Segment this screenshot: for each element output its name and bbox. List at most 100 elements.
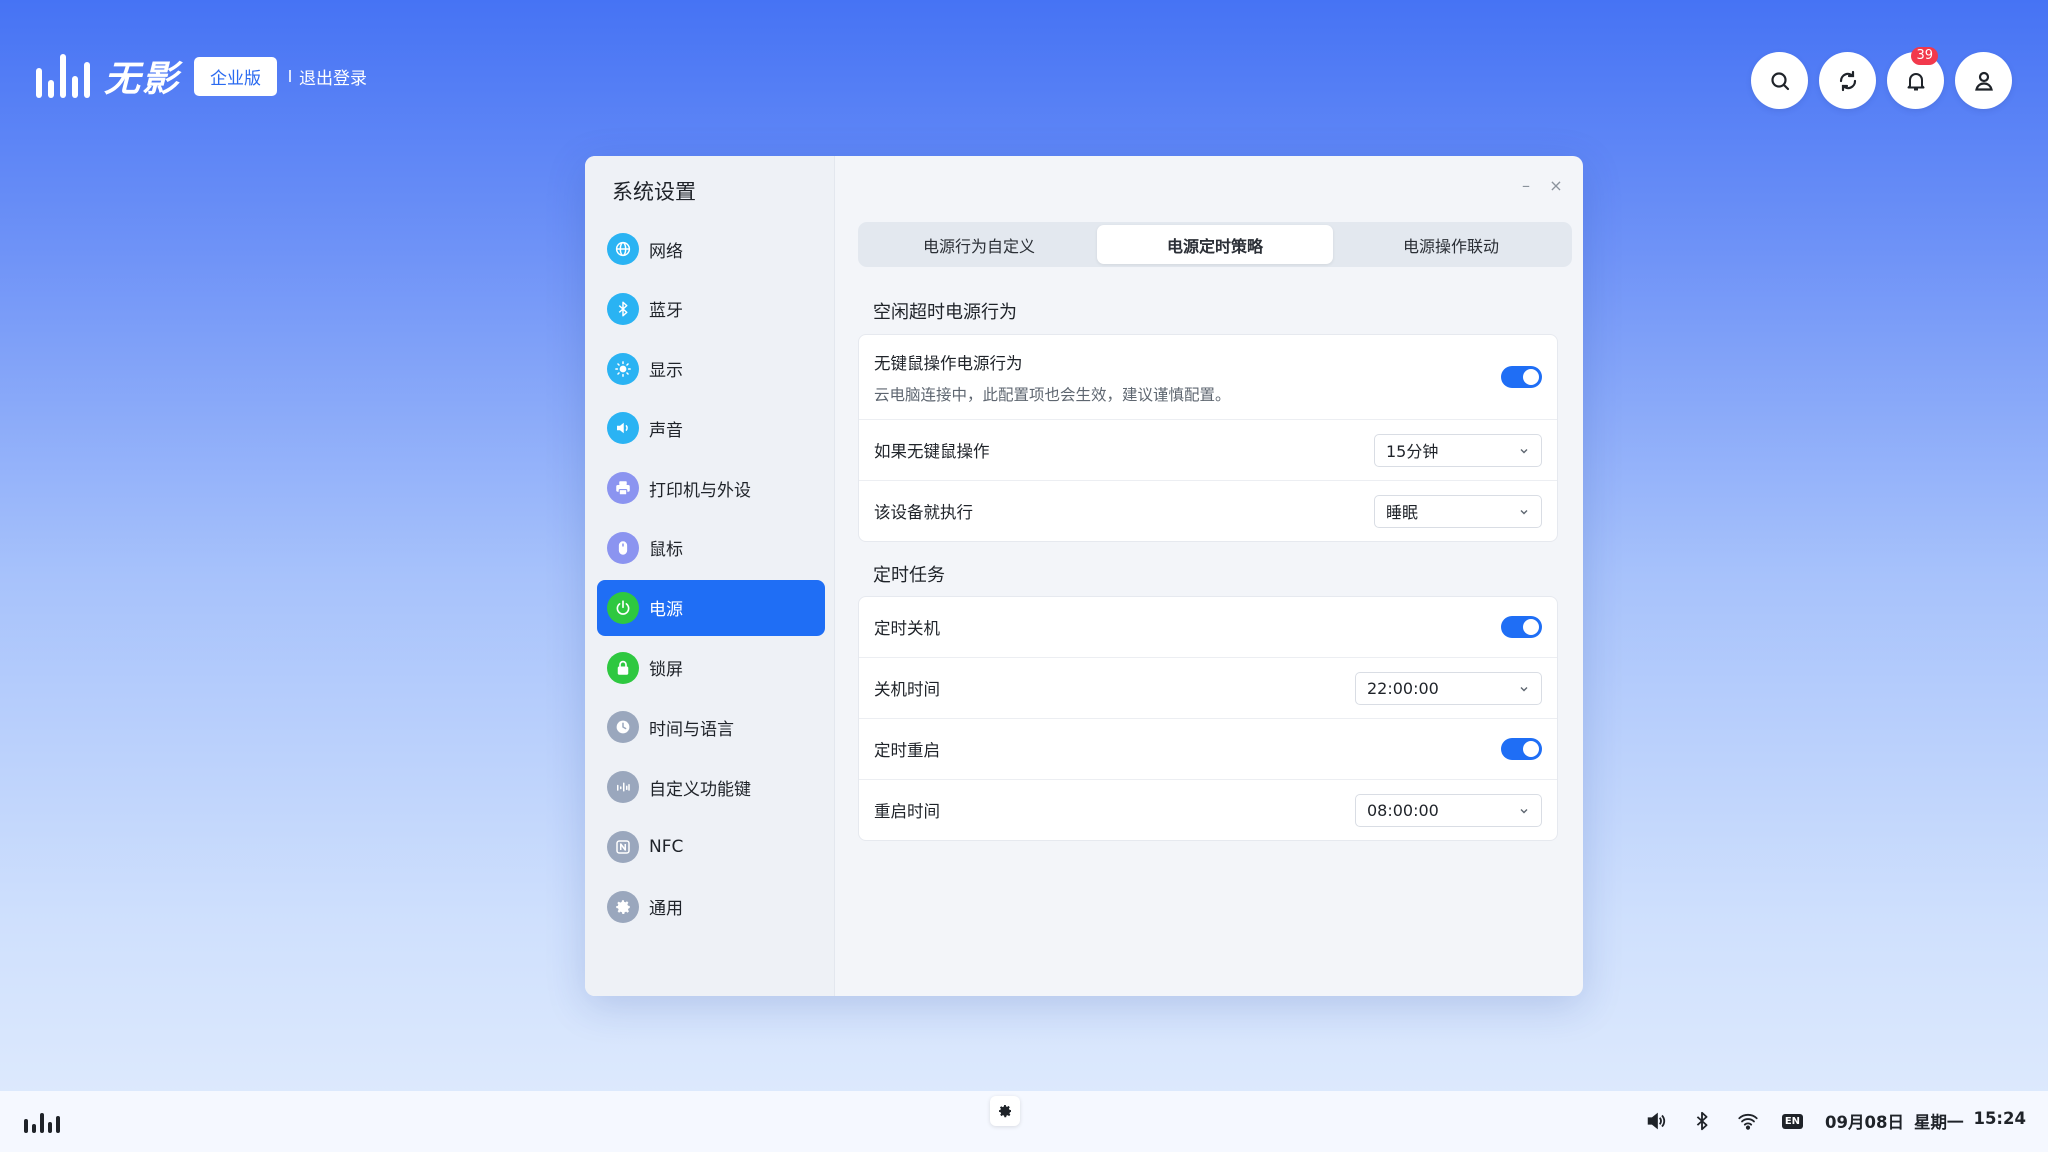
- scheduled-restart-toggle[interactable]: [1501, 738, 1542, 760]
- schedule-section-title: 定时任务: [873, 565, 945, 586]
- shutdown-time-label: 关机时间: [874, 680, 940, 699]
- idle-settings-card: 无键鼠操作电源行为 云电脑连接中，此配置项也会生效，建议谨慎配置。 如果无键鼠操…: [858, 334, 1558, 542]
- no-input-behavior-label: 无键鼠操作电源行为: [874, 353, 1023, 373]
- window-title: 系统设置: [612, 180, 696, 204]
- tab-power-schedule[interactable]: 电源定时策略: [1097, 225, 1333, 264]
- tab-power-behavior[interactable]: 电源行为自定义: [861, 225, 1097, 264]
- logout-link[interactable]: 退出登录: [299, 64, 367, 89]
- notification-button[interactable]: 39: [1887, 47, 1944, 109]
- sidebar-item-label: 电源: [649, 600, 683, 621]
- start-logo-icon[interactable]: [24, 1113, 60, 1133]
- sidebar-item-label: 蓝牙: [649, 301, 683, 322]
- sidebar-item-label: 鼠标: [649, 540, 683, 561]
- sidebar-item-label: NFC: [649, 836, 684, 857]
- sidebar-item-label: 打印机与外设: [649, 480, 751, 501]
- restart-time-label: 重启时间: [874, 802, 940, 821]
- scheduled-restart-row: 定时重启: [859, 719, 1557, 780]
- tab-power-linkage[interactable]: 电源操作联动: [1333, 225, 1569, 264]
- sidebar-item-9[interactable]: 自定义功能键: [597, 759, 825, 815]
- refresh-icon: [1839, 70, 1856, 91]
- bluetooth-icon: [1696, 1111, 1708, 1131]
- bell-icon: [1907, 72, 1924, 90]
- keys-icon: [607, 771, 639, 804]
- search-icon: [1770, 71, 1789, 90]
- sidebar-item-1[interactable]: 蓝牙: [597, 281, 825, 337]
- idle-action-value: 睡眠: [1386, 503, 1419, 522]
- clock-weekday: 星期一: [1913, 1113, 1964, 1132]
- no-input-behavior-toggle[interactable]: [1501, 366, 1542, 388]
- no-input-behavior-desc: 云电脑连接中，此配置项也会生效，建议谨慎配置。: [874, 385, 1231, 404]
- tab-bar: 电源行为自定义 电源定时策略 电源操作联动: [858, 222, 1572, 267]
- notification-count-badge: 39: [1911, 47, 1938, 65]
- minimize-button[interactable]: –: [1519, 176, 1533, 195]
- shutdown-time-select[interactable]: 22:00:00: [1355, 671, 1542, 705]
- sidebar-item-7[interactable]: 锁屏: [597, 640, 825, 696]
- close-button[interactable]: ×: [1549, 176, 1563, 195]
- sidebar-item-8[interactable]: 时间与语言: [597, 699, 825, 755]
- power-icon: [607, 591, 639, 624]
- sidebar-item-5[interactable]: 鼠标: [597, 520, 825, 576]
- sidebar-item-label: 显示: [649, 361, 683, 382]
- idle-section-title: 空闲超时电源行为: [873, 302, 1017, 323]
- clock[interactable]: 09月08日 星期一 15:24: [1825, 1109, 2026, 1133]
- sidebar-item-2[interactable]: 显示: [597, 341, 825, 397]
- divider: [289, 70, 292, 82]
- sidebar-item-label: 锁屏: [649, 660, 683, 681]
- sidebar-item-3[interactable]: 声音: [597, 400, 825, 456]
- volume-button[interactable]: [1644, 1109, 1668, 1133]
- edition-badge: 企业版: [194, 56, 278, 96]
- refresh-button[interactable]: [1819, 52, 1876, 109]
- idle-time-value: 15分钟: [1386, 442, 1439, 461]
- scheduled-shutdown-toggle[interactable]: [1501, 616, 1542, 638]
- no-input-behavior-row: 无键鼠操作电源行为 云电脑连接中，此配置项也会生效，建议谨慎配置。: [859, 335, 1557, 420]
- sidebar-item-label: 通用: [649, 899, 683, 920]
- search-button[interactable]: [1751, 52, 1808, 109]
- sidebar-item-4[interactable]: 打印机与外设: [597, 460, 825, 516]
- speaker-icon: [607, 412, 639, 445]
- restart-time-select[interactable]: 08:00:00: [1355, 793, 1542, 827]
- input-language-indicator[interactable]: EN: [1781, 1113, 1804, 1129]
- window-controls: – ×: [1519, 176, 1563, 195]
- scheduled-shutdown-row: 定时关机: [859, 597, 1557, 658]
- sidebar-item-6[interactable]: 电源: [597, 579, 825, 636]
- sun-icon: [607, 352, 639, 385]
- sidebar-item-label: 时间与语言: [649, 719, 734, 740]
- wifi-button[interactable]: [1736, 1109, 1760, 1133]
- idle-action-select[interactable]: 睡眠: [1374, 494, 1542, 528]
- settings-window: 系统设置 网络蓝牙显示声音打印机与外设 鼠标电源锁屏时间与语言自定义功能键 NFC 通…: [585, 156, 1583, 996]
- user-icon: [1974, 71, 1993, 91]
- scheduled-restart-label: 定时重启: [874, 741, 940, 760]
- lock-icon: [607, 651, 639, 684]
- taskbar-settings-button[interactable]: [990, 1096, 1020, 1126]
- brand-logo-icon: [36, 54, 90, 98]
- brand-name: 无影: [104, 59, 181, 100]
- settings-main: – × 电源行为自定义 电源定时策略 电源操作联动 空闲超时电源行为 无键鼠操作…: [835, 156, 1583, 996]
- chevron-down-icon: [1520, 808, 1528, 813]
- user-button[interactable]: [1955, 52, 2012, 109]
- idle-time-label: 如果无键鼠操作: [874, 442, 990, 461]
- sidebar-item-10[interactable]: NFC: [597, 819, 825, 875]
- taskbar: EN 09月08日 星期一 15:24: [0, 1091, 2048, 1152]
- gear-icon: [999, 1105, 1011, 1118]
- sidebar-item-11[interactable]: 通用: [597, 879, 825, 935]
- restart-time-value: 08:00:00: [1367, 800, 1439, 820]
- sidebar-item-label: 声音: [649, 420, 683, 441]
- shutdown-time-value: 22:00:00: [1367, 678, 1439, 698]
- nav-list: 网络蓝牙显示声音打印机与外设 鼠标电源锁屏时间与语言自定义功能键 NFC 通用: [597, 221, 825, 939]
- schedule-settings-card: 定时关机 关机时间 22:00:00 定时重启 重启时间 08:00:00: [858, 596, 1558, 841]
- sidebar-item-label: 网络: [649, 241, 683, 262]
- bluetooth-button[interactable]: [1690, 1109, 1714, 1133]
- idle-action-label: 该设备就执行: [874, 503, 973, 522]
- gear-icon: [607, 890, 639, 923]
- restart-time-row: 重启时间 08:00:00: [859, 780, 1557, 840]
- settings-sidebar: 系统设置 网络蓝牙显示声音打印机与外设 鼠标电源锁屏时间与语言自定义功能键 NFC 通…: [585, 156, 835, 996]
- idle-time-row: 如果无键鼠操作 15分钟: [859, 420, 1557, 481]
- chevron-down-icon: [1520, 686, 1528, 691]
- clock-date: 09月08日: [1825, 1113, 1904, 1132]
- idle-time-select[interactable]: 15分钟: [1374, 433, 1542, 467]
- chevron-down-icon: [1520, 509, 1528, 514]
- sidebar-item-0[interactable]: 网络: [597, 221, 825, 277]
- shutdown-time-row: 关机时间 22:00:00: [859, 658, 1557, 719]
- speaker-icon: [1647, 1112, 1665, 1130]
- wifi-icon: [1738, 1113, 1758, 1130]
